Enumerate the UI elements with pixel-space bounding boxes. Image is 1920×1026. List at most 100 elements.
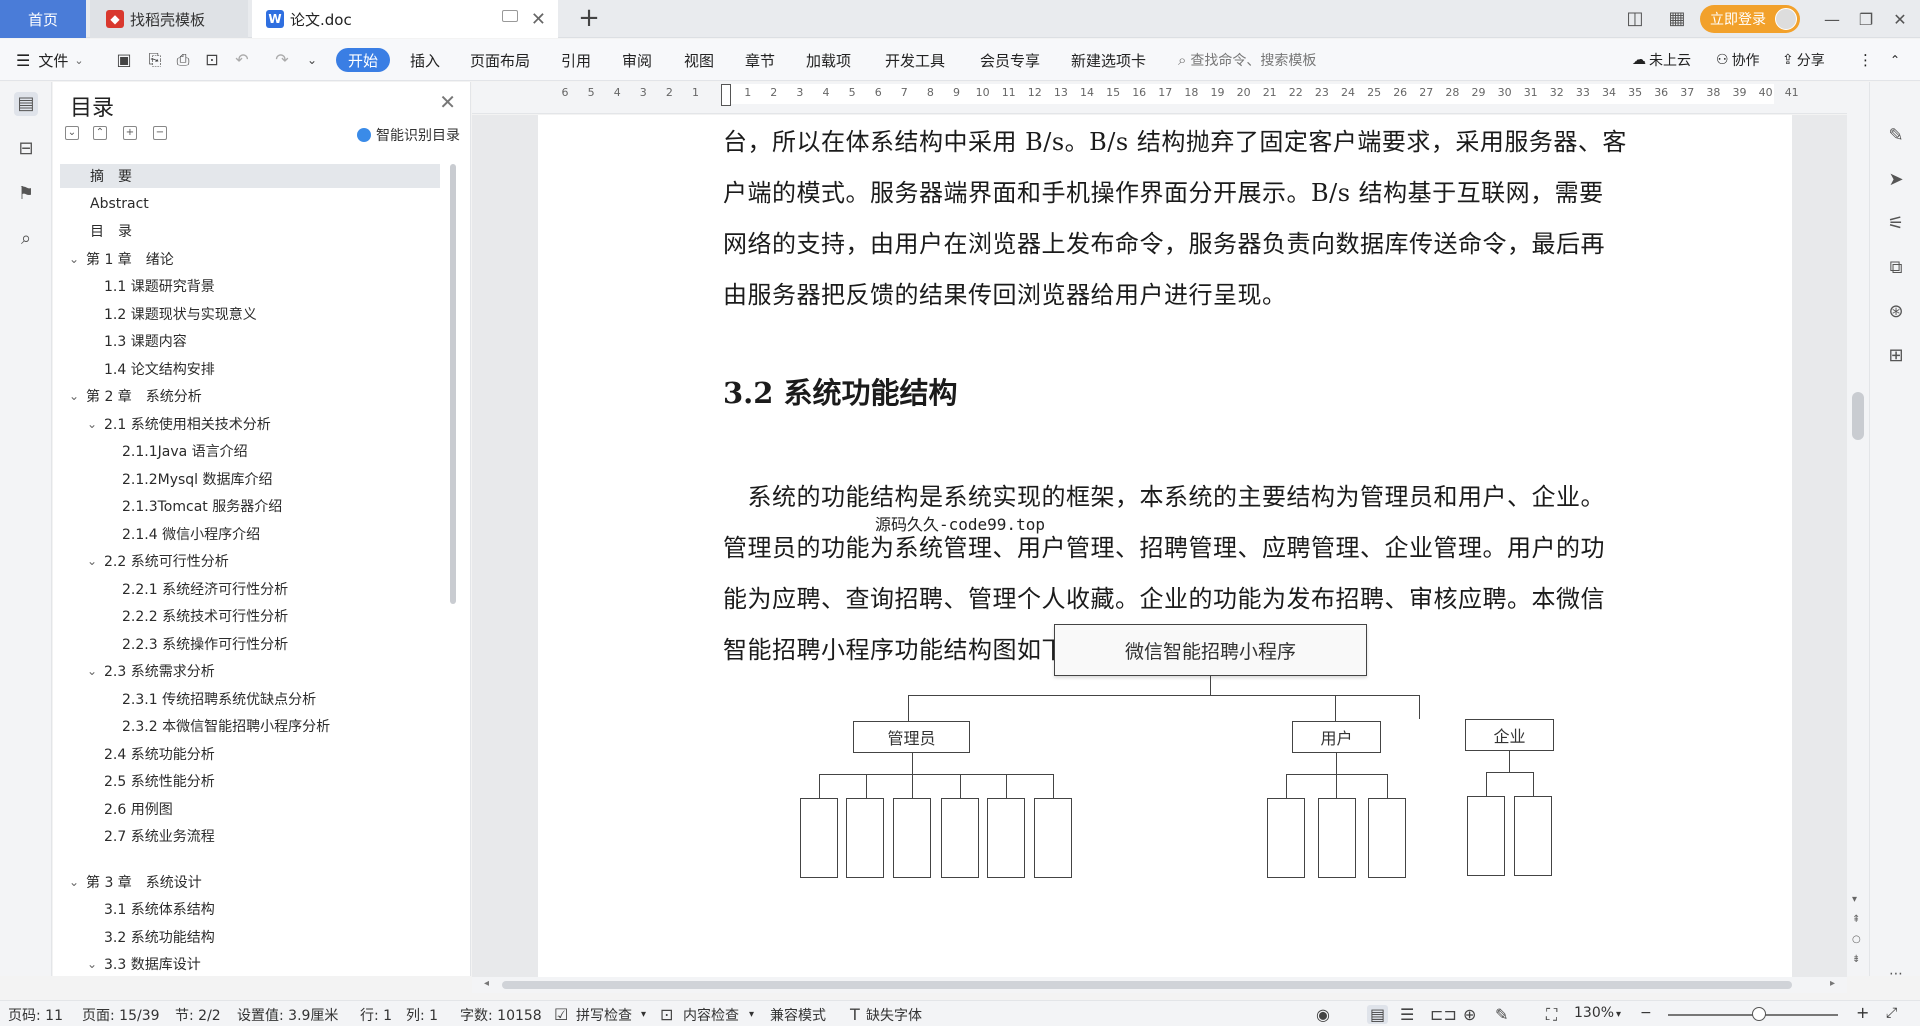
tab-addins[interactable]: 加载项 <box>806 48 851 72</box>
vertical-scrollbar[interactable]: ▾ ⇞ ○ ⇟ <box>1847 82 1869 976</box>
customize-chevron-icon[interactable]: ⌄ <box>302 50 322 70</box>
collapse-all-icon[interactable]: ⌄ <box>65 126 79 140</box>
content-check-icon[interactable]: ⊡ <box>660 1005 673 1024</box>
compass-icon[interactable]: ⊛ <box>1884 300 1908 324</box>
prev-page-icon[interactable]: ⇞ <box>1852 914 1860 925</box>
vertical-scroll-thumb[interactable] <box>1852 392 1864 440</box>
tab-insert[interactable]: 插入 <box>410 48 440 72</box>
toc-item[interactable]: 2.1.3Tomcat 服务器介绍 <box>66 494 400 518</box>
write-view-icon[interactable]: ✎ <box>1495 1005 1508 1024</box>
reading-view-icon[interactable]: ⊏⊐ <box>1430 1005 1457 1024</box>
close-toc-icon[interactable]: ✕ <box>439 90 456 114</box>
toc-item[interactable]: ⌄ 2.2 系统可行性分析 <box>66 549 418 573</box>
login-button[interactable]: 立即登录 <box>1700 5 1800 33</box>
tab-page-layout[interactable]: 页面布局 <box>470 48 530 72</box>
smart-toc-button[interactable]: 智能识别目录 <box>357 125 460 145</box>
save-icon[interactable]: ▣ <box>114 50 134 70</box>
chevron-down-icon[interactable]: ▾ <box>641 1009 646 1020</box>
pen-edit-icon[interactable]: ✎ <box>1884 124 1908 148</box>
print-icon[interactable]: ⎙ <box>173 50 193 70</box>
toc-item[interactable]: Abstract <box>66 192 436 216</box>
toc-item[interactable]: ⌄ 第 1 章 绪论 <box>66 247 436 271</box>
toc-item[interactable]: 2.6 用例图 <box>66 797 418 821</box>
toc-item[interactable]: ⌄ 2.1 系统使用相关技术分析 <box>66 412 418 436</box>
horizontal-scroll-thumb[interactable] <box>502 981 1792 989</box>
more-dots-icon[interactable]: ⋯ <box>1884 962 1908 986</box>
tab-start[interactable]: 开始 <box>336 48 391 72</box>
toc-item[interactable]: 2.3.2 本微信智能招聘小程序分析 <box>66 714 400 738</box>
tab-home[interactable]: 首页 <box>0 0 86 38</box>
chevron-down-icon[interactable]: ⌄ <box>84 957 100 971</box>
toc-item[interactable]: ⌄ 第 3 章 系统设计 <box>66 870 436 894</box>
tab-view[interactable]: 视图 <box>684 48 714 72</box>
new-tab-button[interactable]: + <box>574 4 604 34</box>
chevron-down-icon[interactable]: ▾ <box>749 1009 754 1020</box>
close-tab-icon[interactable]: ✕ <box>531 9 546 30</box>
next-page-icon[interactable]: ⇟ <box>1852 954 1860 965</box>
collapse-ribbon-icon[interactable]: ⌃ <box>1890 48 1900 72</box>
chevron-down-icon[interactable]: ⌄ <box>66 252 82 266</box>
adjust-settings-icon[interactable]: ⚟ <box>1884 212 1908 236</box>
tab-new[interactable]: 新建选项卡 <box>1071 48 1146 72</box>
eye-protection-icon[interactable]: ◉ <box>1316 1005 1330 1024</box>
indent-marker[interactable] <box>721 84 731 106</box>
command-search[interactable]: ⌕ 查找命令、搜索模板 <box>1178 48 1316 72</box>
redo-icon[interactable]: ↷ <box>272 50 292 70</box>
zoom-out-icon[interactable]: − <box>1640 1005 1652 1021</box>
content-check-button[interactable]: 内容检查 <box>683 1005 739 1025</box>
toc-item[interactable]: 2.1.1Java 语言介绍 <box>66 439 400 463</box>
bookmark-icon[interactable]: ⚑ <box>14 182 38 206</box>
toc-item[interactable]: 2.4 系统功能分析 <box>66 742 418 766</box>
toc-item[interactable]: 2.7 系统业务流程 <box>66 824 418 848</box>
chevron-down-icon[interactable]: ⌄ <box>66 875 82 889</box>
outline-view-icon[interactable]: ☰ <box>1400 1005 1414 1024</box>
scroll-down-icon[interactable]: ▾ <box>1852 894 1857 905</box>
checkbox-icon[interactable]: ☑ <box>554 1005 568 1024</box>
fit-page-icon[interactable]: ⛶ <box>1546 1005 1557 1025</box>
toc-item[interactable]: 1.1 课题研究背景 <box>66 274 418 298</box>
toc-item[interactable]: ⌄ 2.3 系统需求分析 <box>66 659 418 683</box>
scroll-right-icon[interactable]: ▸ <box>1830 978 1835 989</box>
zoom-in-icon[interactable]: + <box>1856 1003 1869 1022</box>
file-menu[interactable]: ☰ 文件 ⌄ <box>16 48 84 72</box>
toc-item[interactable]: 1.4 论文结构安排 <box>66 357 418 381</box>
status-page-code[interactable]: 页码: 11 <box>8 1005 63 1025</box>
missing-font-button[interactable]: 缺失字体 <box>866 1005 922 1025</box>
zoom-slider-handle[interactable] <box>1752 1007 1766 1021</box>
horizontal-ruler[interactable]: 6 5 4 3 2 1 1 2 3 4 5 6 7 8 9 10 11 12 13 14 15 16 17 18 19 20 21 2… <box>472 82 1847 114</box>
tab-document[interactable]: W 论文.doc ✕ <box>252 0 558 38</box>
fullscreen-icon[interactable]: ⤢ <box>1886 1005 1897 1021</box>
grid-apps-icon[interactable]: ▦ <box>1664 8 1690 29</box>
more-options-icon[interactable]: ⋮ <box>1858 48 1873 72</box>
float-window-icon[interactable] <box>502 10 518 22</box>
tab-member[interactable]: 会员专享 <box>980 48 1040 72</box>
select-browse-icon[interactable]: ○ <box>1852 934 1861 945</box>
collab-button[interactable]: ⚇ 协作 <box>1716 48 1760 72</box>
toc-nav-icon[interactable]: ▤ <box>14 92 38 116</box>
tab-review[interactable]: 审阅 <box>622 48 652 72</box>
toc-item[interactable]: 1.3 课题内容 <box>66 329 418 353</box>
toc-item[interactable]: 2.1.4 微信小程序介绍 <box>66 522 400 546</box>
cloud-status[interactable]: ☁ 未上云 <box>1632 48 1691 72</box>
expand-level-icon[interactable]: ⌃ <box>93 126 107 140</box>
chapter-nav-icon[interactable]: ⊟ <box>14 137 38 161</box>
toc-item[interactable]: 2.2.2 系统技术可行性分析 <box>66 604 400 628</box>
status-setting[interactable]: 设置值: 3.9厘米 <box>237 1005 338 1025</box>
toc-item[interactable]: 1.2 课题现状与实现意义 <box>66 302 418 326</box>
chevron-down-icon[interactable]: ⌄ <box>84 417 100 431</box>
print-preview-icon[interactable]: ⊡ <box>202 50 222 70</box>
status-word-count[interactable]: 字数: 10158 <box>460 1005 542 1025</box>
toc-item[interactable]: 2.2.3 系统操作可行性分析 <box>66 632 400 656</box>
add-entry-icon[interactable]: + <box>123 126 137 140</box>
close-window-icon[interactable]: ✕ <box>1880 0 1920 38</box>
document-page[interactable]: 台，所以在体系结构中采用 B/s。B/s 结构抛弃了固定客户端要求，采用服务器、… <box>538 115 1792 977</box>
toc-item[interactable]: 2.2.1 系统经济可行性分析 <box>66 577 400 601</box>
find-icon[interactable]: ⌕ <box>14 227 38 251</box>
undo-icon[interactable]: ↶ <box>232 50 252 70</box>
spell-check-button[interactable]: 拼写检查 <box>576 1005 632 1025</box>
tab-chapter[interactable]: 章节 <box>745 48 775 72</box>
missing-font-icon[interactable]: T <box>850 1005 860 1024</box>
tab-developer[interactable]: 开发工具 <box>885 48 945 72</box>
chevron-down-icon[interactable]: ⌄ <box>66 389 82 403</box>
book-reader-icon[interactable]: ⊞ <box>1884 344 1908 368</box>
